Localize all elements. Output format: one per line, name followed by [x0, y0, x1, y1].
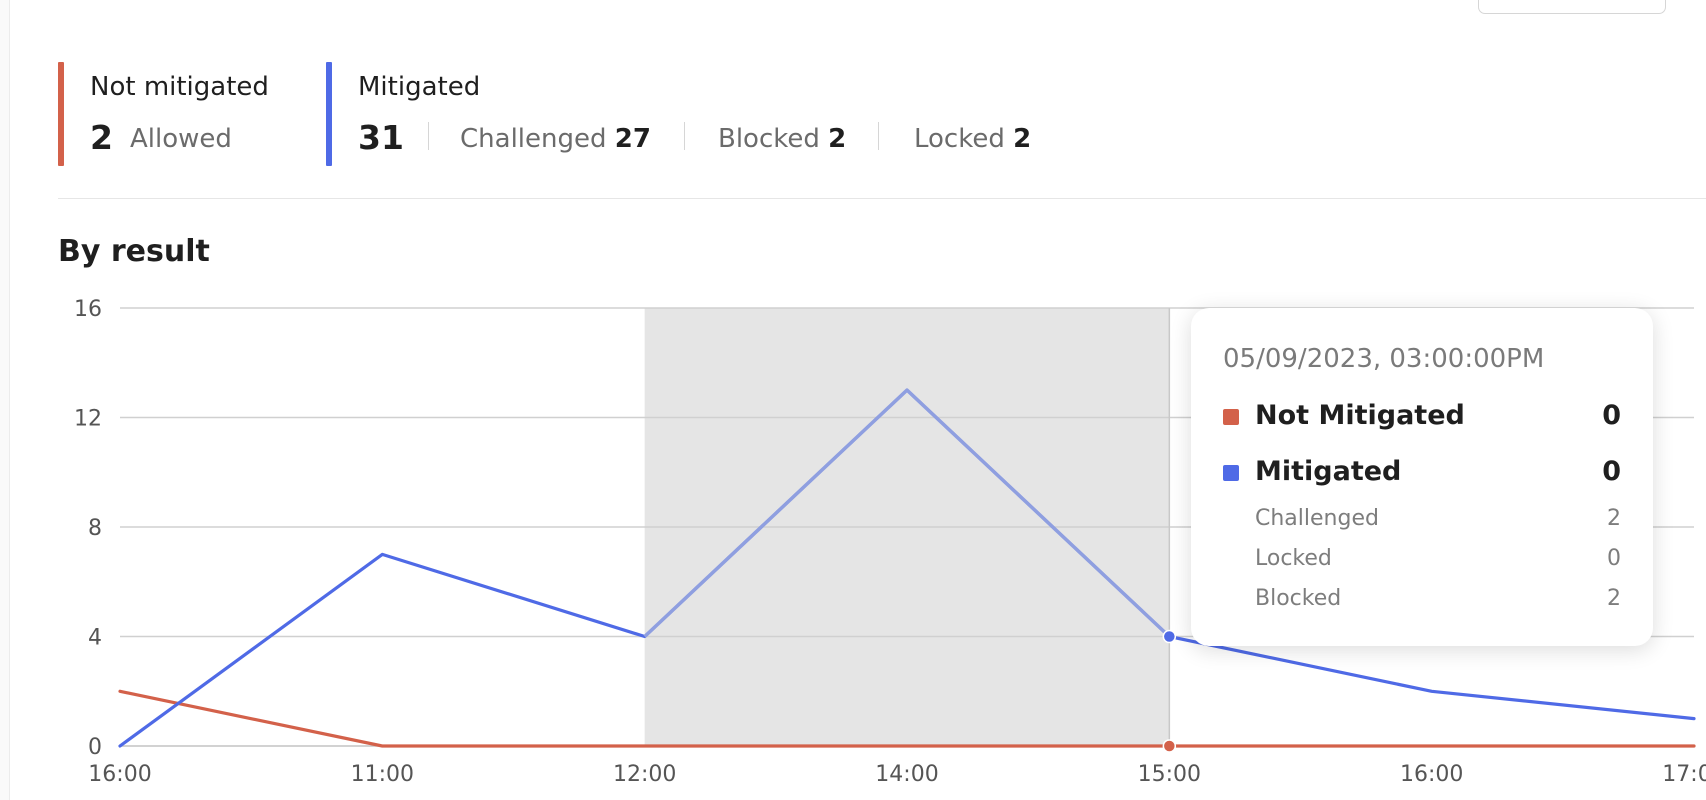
not-mitigated-swatch [1223, 409, 1239, 425]
y-tick-label: 12 [74, 407, 102, 432]
tooltip-blocked-label: Blocked [1255, 586, 1342, 611]
x-tick-label: 17:00 [1662, 762, 1706, 787]
chart-tooltip: 05/09/2023, 03:00:00PM Not Mitigated 0 M… [1191, 308, 1653, 646]
tooltip-blocked-value: 2 [1607, 586, 1621, 611]
tooltip-challenged-label: Challenged [1255, 506, 1379, 531]
y-tick-label: 8 [88, 516, 102, 541]
x-tick-label: 11:00 [351, 762, 414, 787]
tooltip-mitigated-value: 0 [1602, 456, 1621, 487]
tooltip-row-locked: Locked 0 [1255, 546, 1621, 574]
tooltip-row-mitigated: Mitigated 0 [1223, 456, 1621, 490]
tooltip-locked-label: Locked [1255, 546, 1332, 571]
y-tick-label: 16 [74, 297, 102, 322]
tooltip-locked-value: 0 [1607, 546, 1621, 571]
tooltip-row-challenged: Challenged 2 [1255, 506, 1621, 534]
x-tick-label: 16:00 [88, 762, 151, 787]
tooltip-date: 05/09/2023, 03:00:00PM [1223, 344, 1545, 374]
tooltip-row-not-mitigated: Not Mitigated 0 [1223, 400, 1621, 434]
y-tick-label: 4 [88, 626, 102, 651]
x-tick-label: 15:00 [1138, 762, 1201, 787]
x-tick-label: 12:00 [613, 762, 676, 787]
x-tick-label: 16:00 [1400, 762, 1463, 787]
tooltip-not-mitigated-value: 0 [1602, 400, 1621, 431]
x-tick-label: 14:00 [875, 762, 938, 787]
tooltip-row-blocked: Blocked 2 [1255, 586, 1621, 614]
tooltip-not-mitigated-label: Not Mitigated [1255, 400, 1465, 431]
mitigated-swatch [1223, 465, 1239, 481]
tooltip-challenged-value: 2 [1607, 506, 1621, 531]
y-tick-label: 0 [88, 735, 102, 760]
hover-point-mitigated [1162, 629, 1177, 644]
tooltip-mitigated-label: Mitigated [1255, 456, 1402, 487]
hover-point-not-mitigated [1162, 739, 1177, 753]
